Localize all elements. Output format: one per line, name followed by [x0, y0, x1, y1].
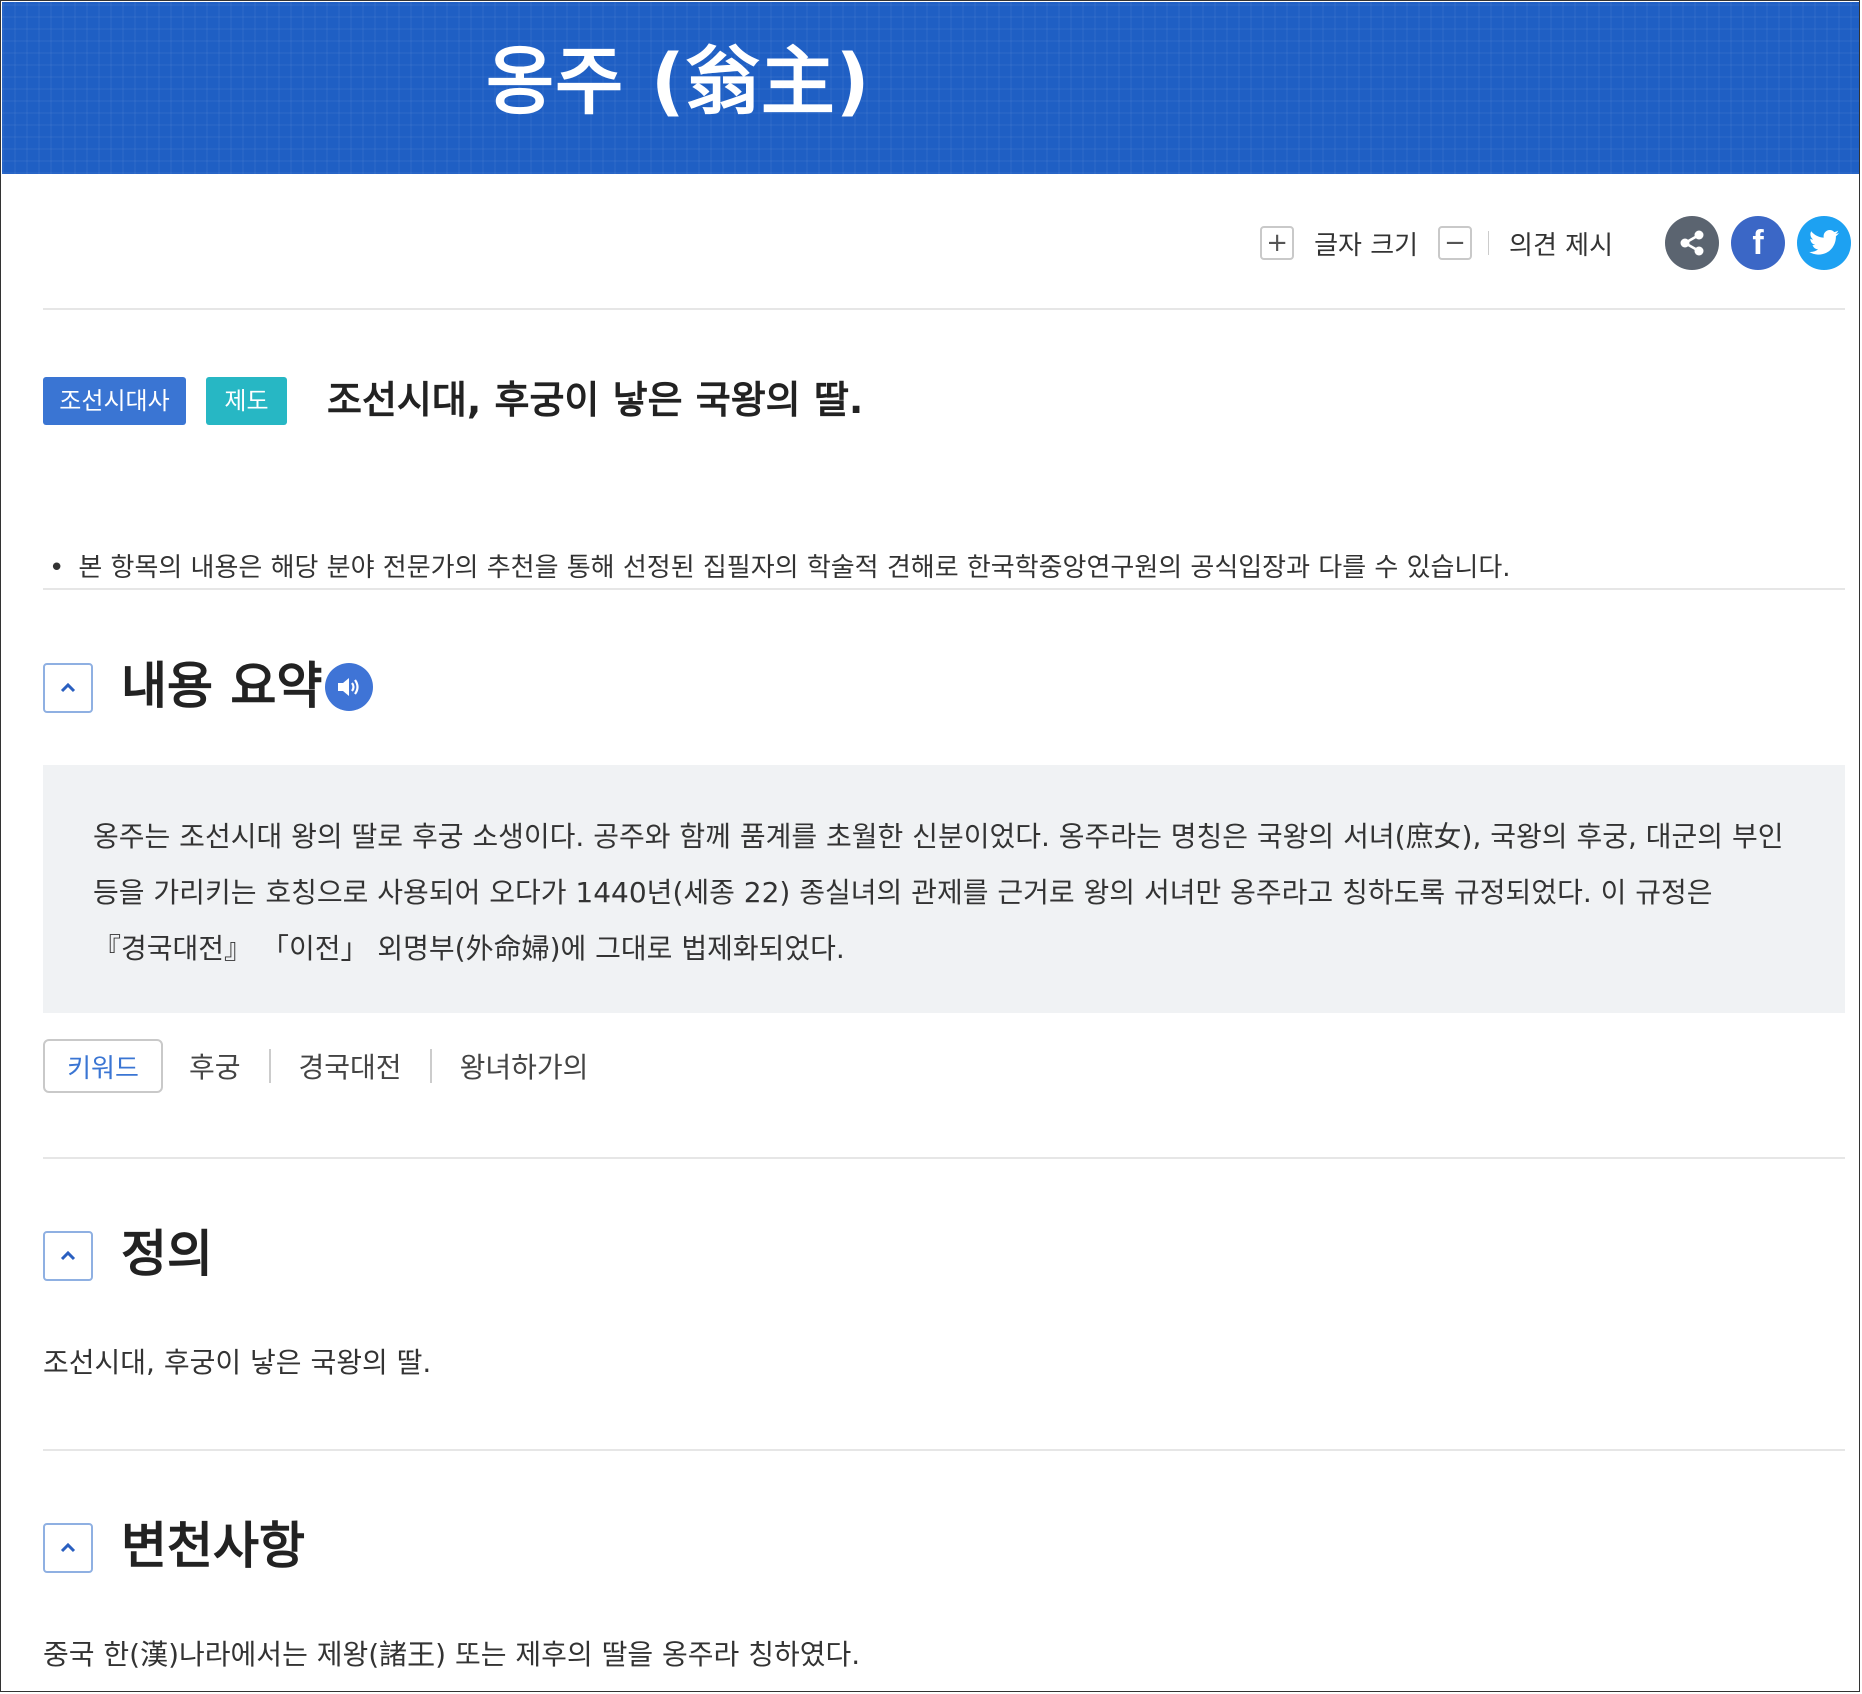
definition-heading: 정의 — [121, 1225, 213, 1283]
keyword-divider — [429, 1049, 432, 1083]
type-tag[interactable]: 제도 — [206, 377, 287, 425]
page-header: 옹주 (翁主) — [2, 2, 1859, 174]
history-collapse-button[interactable] — [43, 1523, 93, 1573]
keyword-list: 키워드 후궁 경국대전 왕녀하가의 — [43, 1039, 588, 1093]
chevron-up-icon — [60, 1542, 76, 1553]
definition-collapse-button[interactable] — [43, 1231, 93, 1281]
font-size-label: 글자 크기 — [1314, 230, 1419, 261]
summary-heading: 내용 요약 — [121, 657, 323, 715]
history-heading: 변천사항 — [121, 1517, 305, 1575]
bullet: • — [49, 553, 65, 583]
share-icon — [1680, 230, 1704, 256]
font-increase-button[interactable]: + — [1260, 226, 1295, 260]
facebook-button[interactable]: f — [1731, 216, 1785, 270]
toolbar-divider-line — [43, 308, 1845, 310]
summary-box: 옹주는 조선시대 왕의 딸로 후궁 소생이다. 공주와 함께 품계를 초월한 신… — [43, 765, 1845, 1013]
page-frame: 옹주 (翁主) + 글자 크기 − 의견 제시 f 조선시대사 제도 조선시대, — [0, 0, 1860, 1692]
facebook-icon: f — [1752, 223, 1764, 262]
page-title: 옹주 (翁主) — [486, 39, 871, 125]
definition-text: 조선시대, 후궁이 낳은 국왕의 딸. — [43, 1346, 432, 1379]
chevron-up-icon — [60, 1250, 76, 1261]
speaker-icon — [338, 678, 359, 696]
twitter-button[interactable] — [1797, 216, 1851, 270]
keyword-divider — [268, 1049, 271, 1083]
keyword-item[interactable]: 왕녀하가의 — [460, 1046, 589, 1086]
keyword-label: 키워드 — [43, 1039, 163, 1093]
toolbar-divider — [1488, 231, 1490, 255]
notice-divider — [43, 588, 1845, 590]
category-tag[interactable]: 조선시대사 — [43, 377, 186, 425]
listen-button[interactable] — [325, 663, 373, 711]
section-divider — [43, 1449, 1845, 1451]
toolbar: + 글자 크기 − 의견 제시 f — [1260, 215, 1851, 271]
disclaimer-notice: • 본 항목의 내용은 해당 분야 전문가의 추천을 통해 선정된 집필자의 학술… — [49, 547, 1511, 584]
keyword-item[interactable]: 경국대전 — [299, 1046, 402, 1086]
twitter-icon — [1809, 230, 1839, 255]
entry-subtitle: 조선시대, 후궁이 낳은 국왕의 딸. — [327, 378, 864, 422]
font-decrease-button[interactable]: − — [1438, 226, 1473, 260]
share-button[interactable] — [1665, 216, 1719, 270]
opinion-link[interactable]: 의견 제시 — [1509, 225, 1613, 262]
chevron-up-icon — [60, 682, 76, 693]
history-text: 중국 한(漢)나라에서는 제왕(諸王) 또는 제후의 딸을 옹주라 칭하였다. — [43, 1638, 861, 1671]
summary-text: 옹주는 조선시대 왕의 딸로 후궁 소생이다. 공주와 함께 품계를 초월한 신… — [93, 820, 1784, 965]
summary-collapse-button[interactable] — [43, 663, 93, 713]
keyword-item[interactable]: 후궁 — [189, 1046, 241, 1086]
section-divider — [43, 1157, 1845, 1159]
disclaimer-text: 본 항목의 내용은 해당 분야 전문가의 추천을 통해 선정된 집필자의 학술적… — [78, 553, 1511, 583]
